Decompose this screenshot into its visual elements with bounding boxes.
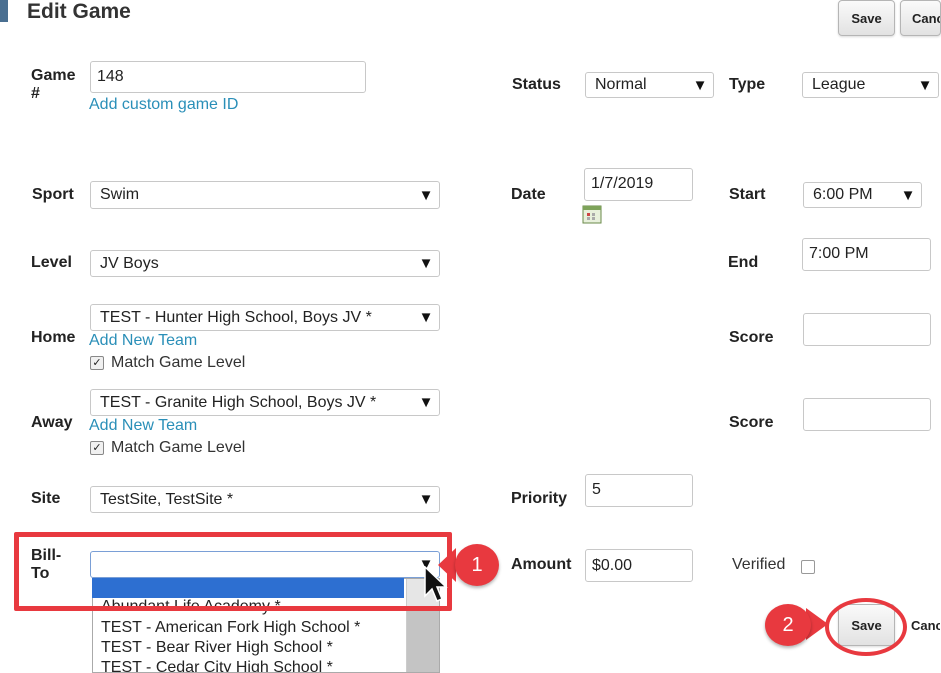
away-match-level-checkbox[interactable]: ✓ (90, 441, 104, 455)
home-match-level-row[interactable]: ✓ Match Game Level (90, 354, 245, 372)
game-number-label-text: Game # (31, 67, 76, 102)
home-score-input[interactable] (803, 313, 931, 346)
chevron-down-icon: ▼ (900, 186, 916, 204)
chevron-down-icon: ▼ (418, 491, 434, 508)
verified-label: Verified (732, 556, 786, 573)
priority-input[interactable] (585, 474, 693, 507)
away-match-level-row[interactable]: ✓ Match Game Level (90, 439, 245, 457)
callout-badge-1: 1 (455, 544, 499, 586)
start-label: Start (729, 186, 766, 203)
home-team-select[interactable]: TEST - Hunter High School, Boys JV * ▼ (90, 304, 440, 331)
away-team-select[interactable]: TEST - Granite High School, Boys JV * ▼ (90, 389, 440, 416)
away-score-input[interactable] (803, 398, 931, 431)
level-select[interactable]: JV Boys ▼ (90, 250, 440, 277)
home-label: Home (31, 329, 76, 346)
calendar-icon[interactable] (582, 204, 602, 224)
save-button-top[interactable]: Save (838, 0, 895, 36)
away-team-value: TEST - Granite High School, Boys JV * (100, 393, 377, 411)
type-select[interactable]: League ▼ (802, 72, 939, 98)
start-time-select[interactable]: 6:00 PM ▼ (803, 182, 922, 208)
site-select-value: TestSite, TestSite * (100, 490, 234, 508)
cancel-button-top[interactable]: Canc (900, 0, 941, 36)
site-label: Site (31, 490, 61, 507)
site-select[interactable]: TestSite, TestSite * ▼ (90, 486, 440, 513)
away-add-new-team-link[interactable]: Add New Team (89, 417, 197, 435)
sport-select-value: Swim (100, 186, 140, 203)
home-score-label: Score (729, 329, 774, 346)
home-match-level-checkbox[interactable]: ✓ (90, 356, 104, 370)
away-label: Away (31, 414, 73, 431)
chevron-down-icon: ▼ (418, 255, 434, 272)
priority-label: Priority (511, 490, 568, 507)
sport-label: Sport (32, 186, 74, 203)
status-label: Status (512, 76, 561, 93)
chevron-down-icon: ▼ (418, 394, 434, 411)
date-input[interactable] (584, 168, 693, 201)
start-time-value: 6:00 PM (813, 186, 873, 203)
save-button-highlight-ring (825, 598, 907, 656)
away-match-level-label: Match Game Level (111, 439, 246, 456)
home-team-value: TEST - Hunter High School, Boys JV * (100, 308, 372, 326)
date-label: Date (511, 186, 546, 203)
end-label: End (728, 254, 759, 271)
home-match-level-label: Match Game Level (111, 354, 246, 371)
game-number-label: Game # (31, 67, 81, 103)
level-label: Level (31, 254, 72, 271)
game-number-input[interactable] (90, 61, 366, 93)
dropdown-scrollbar-thumb[interactable] (407, 609, 439, 672)
sport-select[interactable]: Swim ▼ (90, 181, 440, 209)
chevron-down-icon: ▼ (418, 309, 434, 326)
end-time-input[interactable] (802, 238, 931, 271)
status-select[interactable]: Normal ▼ (585, 72, 714, 98)
page-title: Edit Game (27, 0, 131, 23)
home-add-new-team-link[interactable]: Add New Team (89, 332, 197, 350)
chevron-down-icon: ▼ (692, 76, 708, 94)
away-score-label: Score (729, 414, 774, 431)
level-select-value: JV Boys (100, 254, 159, 272)
header-accent-bar (0, 0, 8, 22)
status-select-value: Normal (595, 76, 647, 93)
amount-label: Amount (511, 556, 572, 573)
chevron-down-icon: ▼ (418, 186, 434, 204)
callout-badge-2: 2 (765, 604, 811, 646)
add-custom-game-id-link[interactable]: Add custom game ID (89, 96, 238, 114)
verified-checkbox[interactable] (801, 560, 815, 574)
mouse-cursor-icon (424, 566, 448, 602)
bill-to-highlight-box (14, 532, 452, 611)
cancel-button-bottom[interactable]: Canc (904, 604, 941, 646)
type-label: Type (729, 76, 766, 93)
chevron-down-icon: ▼ (917, 76, 933, 94)
type-select-value: League (812, 76, 866, 93)
bill-to-option[interactable]: TEST - American Fork High School * (101, 619, 360, 637)
amount-input[interactable] (585, 549, 693, 582)
bill-to-option[interactable]: TEST - Bear River High School * (101, 639, 333, 657)
